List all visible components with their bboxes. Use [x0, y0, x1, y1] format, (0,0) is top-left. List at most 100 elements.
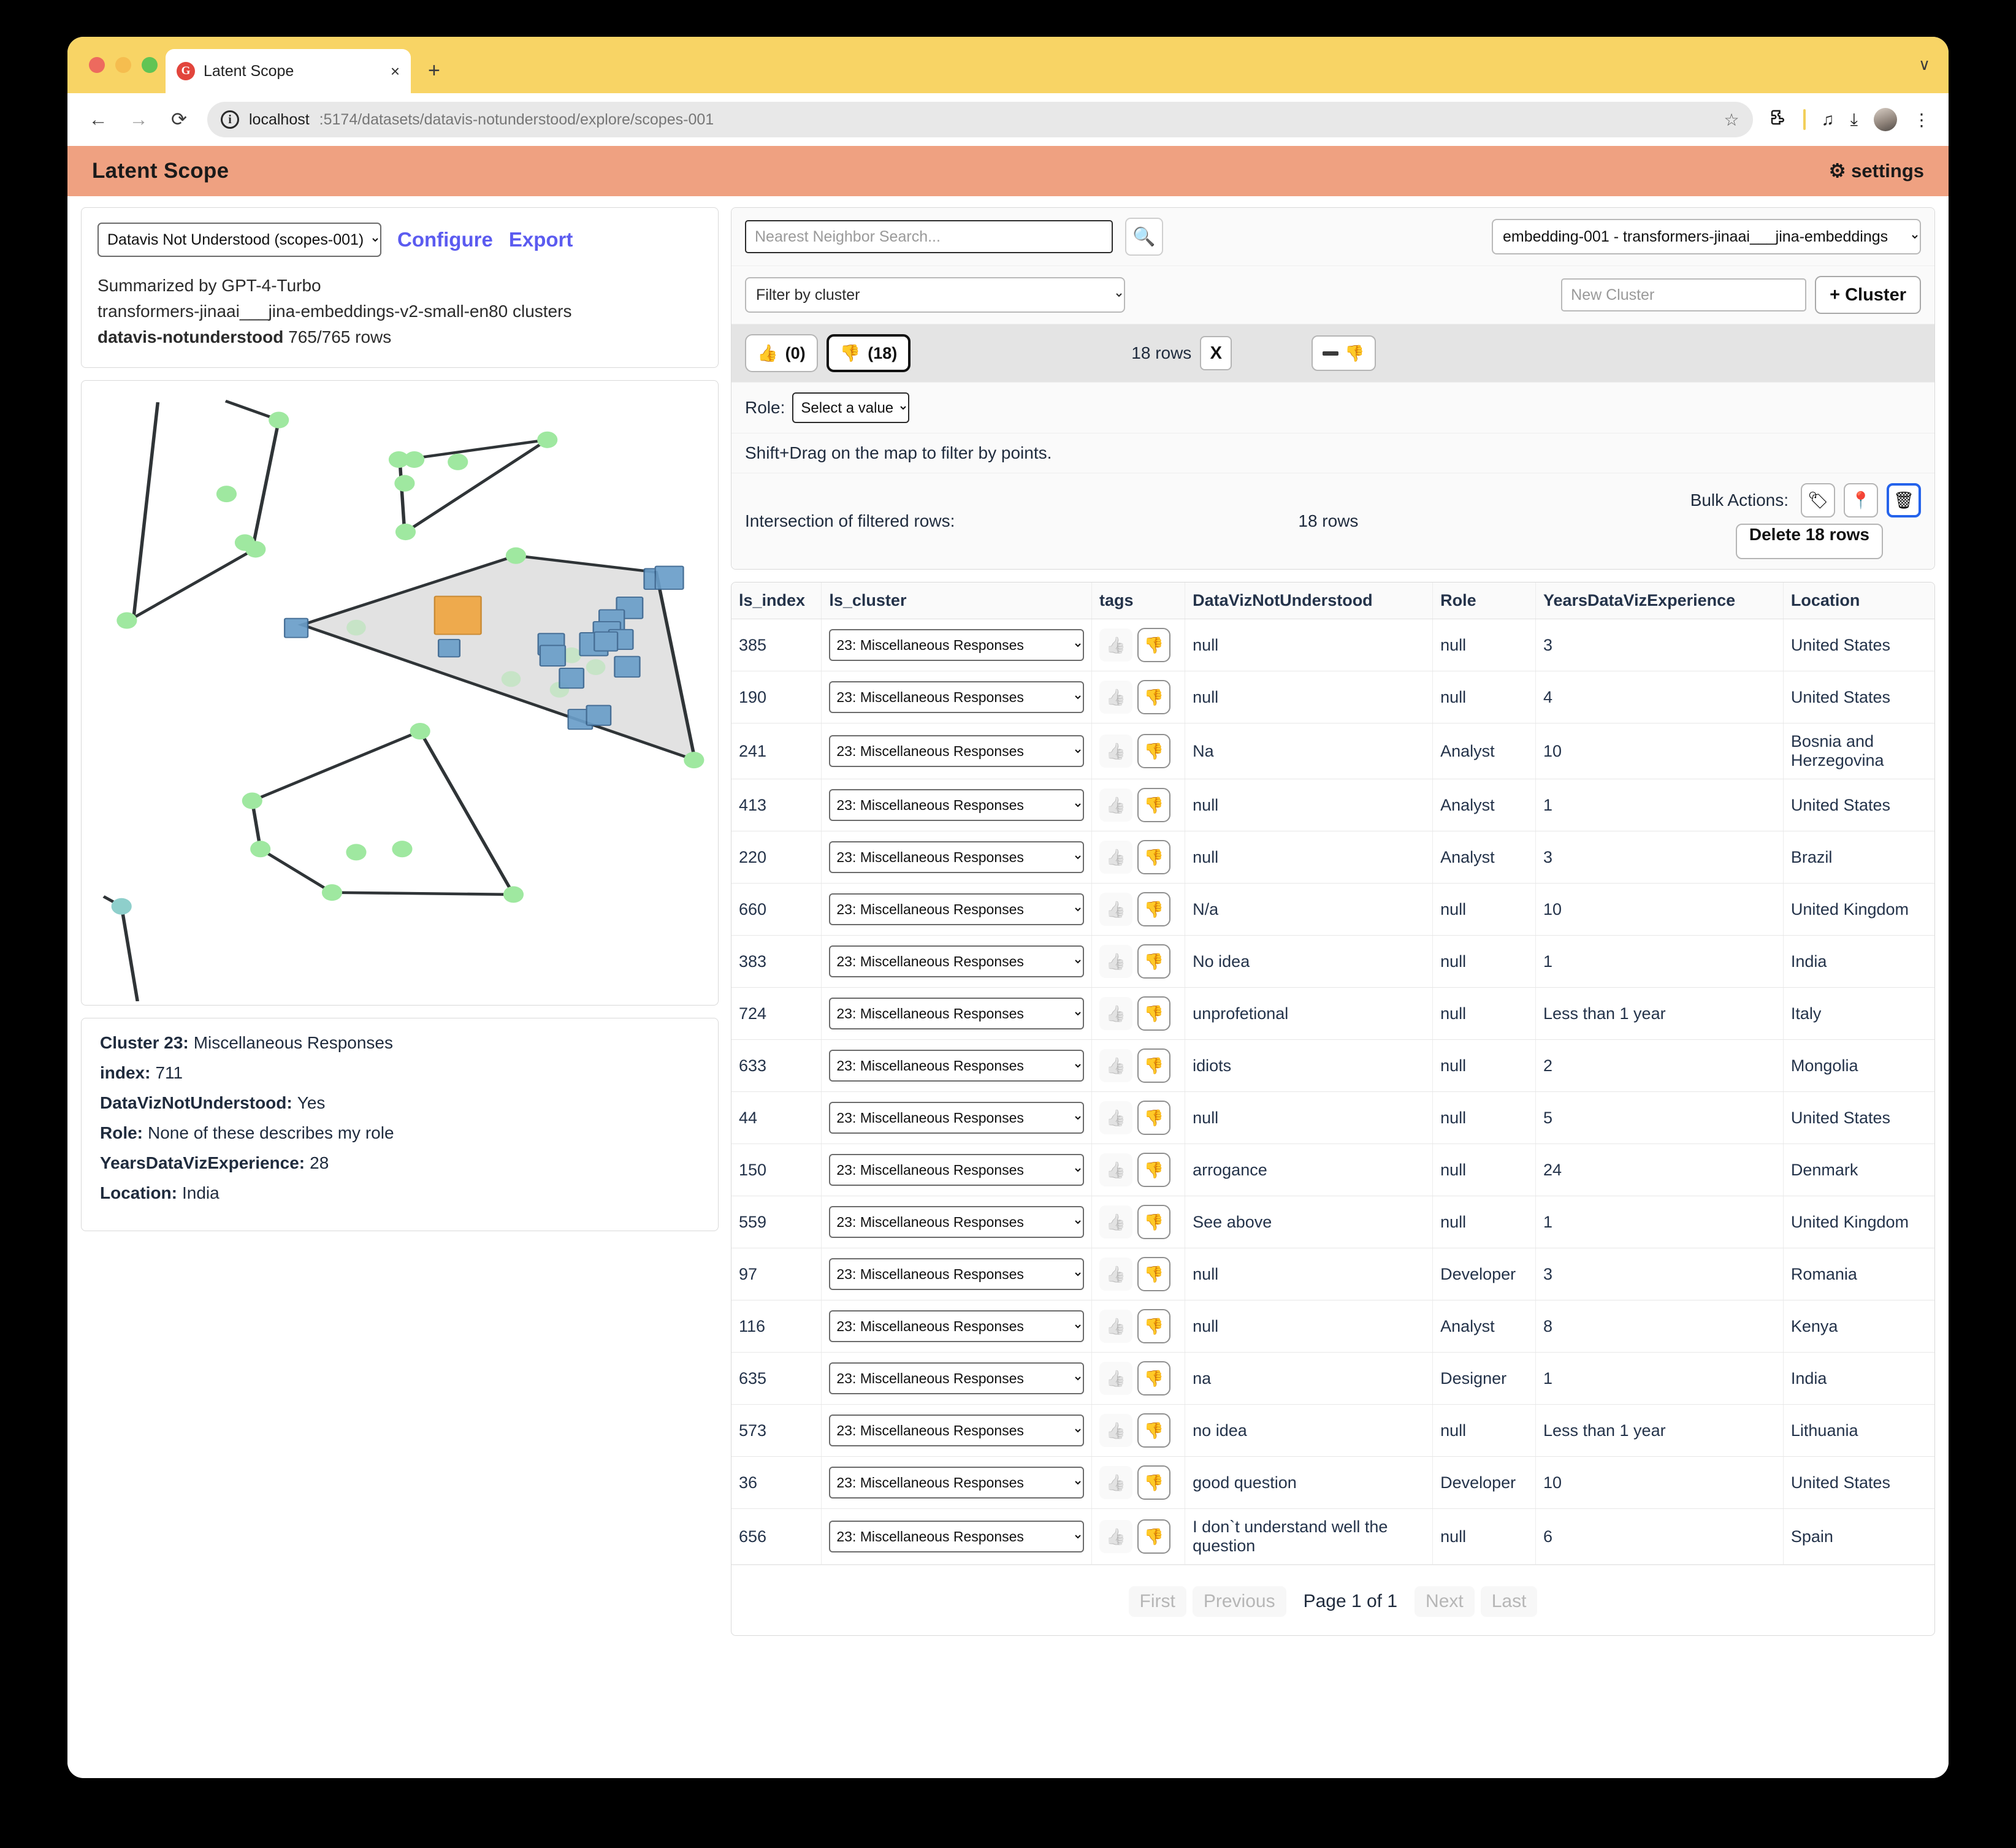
row-thumbs-down-button[interactable]: 👎: [1137, 788, 1171, 822]
nearest-neighbor-search-input[interactable]: [745, 220, 1113, 253]
row-cluster-select[interactable]: 23: Miscellaneous Responses: [829, 735, 1085, 767]
row-cluster-select[interactable]: 23: Miscellaneous Responses: [829, 1415, 1085, 1446]
thumbs-up-filter-button[interactable]: 👍 (0): [745, 334, 818, 372]
row-cluster-select[interactable]: 23: Miscellaneous Responses: [829, 1362, 1085, 1394]
cell-dvnu: I don`t understand well the question: [1185, 1508, 1434, 1565]
back-icon[interactable]: ←: [86, 109, 110, 131]
row-thumbs-down-button[interactable]: 👎: [1137, 1361, 1171, 1396]
embedding-select[interactable]: embedding-001 - transformers-jinaai___ji…: [1492, 219, 1921, 254]
add-cluster-button[interactable]: + Cluster: [1815, 276, 1921, 314]
browser-menu-icon[interactable]: ⋮: [1913, 110, 1930, 130]
extensions-icon[interactable]: [1769, 109, 1787, 131]
row-cluster-select[interactable]: 23: Miscellaneous Responses: [829, 789, 1085, 821]
cell-years: 1: [1535, 1196, 1784, 1248]
bookmark-star-icon[interactable]: ☆: [1724, 110, 1739, 130]
close-window-button[interactable]: [89, 57, 105, 73]
media-icon[interactable]: ♫: [1822, 110, 1835, 129]
row-thumbs-down-button[interactable]: 👎: [1137, 1101, 1171, 1135]
site-info-icon[interactable]: i: [221, 110, 239, 129]
row-thumbs-down-button[interactable]: 👎: [1137, 840, 1171, 874]
row-thumbs-up-button[interactable]: 👍: [1099, 1466, 1133, 1499]
row-thumbs-up-button[interactable]: 👍: [1099, 1205, 1133, 1239]
row-thumbs-down-button[interactable]: 👎: [1137, 680, 1171, 714]
downloads-icon[interactable]: ⤓: [1850, 110, 1858, 130]
row-thumbs-down-button[interactable]: 👎: [1137, 892, 1171, 926]
row-thumbs-down-button[interactable]: 👎: [1137, 1413, 1171, 1448]
row-thumbs-up-button[interactable]: 👍: [1099, 1101, 1133, 1134]
row-thumbs-down-button[interactable]: 👎: [1137, 1309, 1171, 1343]
minimize-window-button[interactable]: [115, 57, 131, 73]
row-thumbs-down-button[interactable]: 👎: [1137, 1257, 1171, 1291]
row-cluster-select[interactable]: 23: Miscellaneous Responses: [829, 841, 1085, 873]
configure-link[interactable]: Configure: [397, 228, 493, 251]
row-thumbs-down-button[interactable]: 👎: [1137, 1048, 1171, 1083]
row-thumbs-up-button[interactable]: 👍: [1099, 1049, 1133, 1082]
row-thumbs-down-button[interactable]: 👎: [1137, 996, 1171, 1031]
row-cluster-select[interactable]: 23: Miscellaneous Responses: [829, 1154, 1085, 1186]
row-thumbs-down-button[interactable]: 👎: [1137, 1205, 1171, 1239]
cell-location: United Kingdom: [1783, 1196, 1934, 1248]
row-thumbs-down-button[interactable]: 👎: [1137, 1153, 1171, 1187]
row-thumbs-down-button[interactable]: 👎: [1137, 1519, 1171, 1554]
row-cluster-select[interactable]: 23: Miscellaneous Responses: [829, 1467, 1085, 1499]
row-thumbs-up-button[interactable]: 👍: [1099, 1520, 1133, 1553]
row-thumbs-up-button[interactable]: 👍: [1099, 841, 1133, 874]
row-thumbs-up-button[interactable]: 👍: [1099, 1414, 1133, 1447]
delete-rows-button[interactable]: Delete 18 rows: [1735, 524, 1883, 559]
avatar[interactable]: [1874, 108, 1897, 131]
cluster-filter-select[interactable]: Filter by cluster: [745, 277, 1125, 313]
previous-page-button[interactable]: Previous: [1192, 1586, 1286, 1617]
row-thumbs-up-button[interactable]: 👍: [1099, 1258, 1133, 1291]
close-icon[interactable]: ×: [391, 62, 400, 81]
last-page-button[interactable]: Last: [1480, 1586, 1538, 1617]
row-cluster-select[interactable]: 23: Miscellaneous Responses: [829, 1521, 1085, 1552]
row-cluster-select[interactable]: 23: Miscellaneous Responses: [829, 893, 1085, 925]
row-thumbs-down-button[interactable]: 👎: [1137, 628, 1171, 662]
row-cluster-select[interactable]: 23: Miscellaneous Responses: [829, 1050, 1085, 1082]
row-thumbs-down-button[interactable]: 👎: [1137, 734, 1171, 768]
row-thumbs-up-button[interactable]: 👍: [1099, 893, 1133, 926]
export-link[interactable]: Export: [509, 228, 573, 251]
next-page-button[interactable]: Next: [1415, 1586, 1475, 1617]
bulk-delete-button[interactable]: 🗑: [1887, 483, 1921, 517]
bulk-tag-button[interactable]: 🏷: [1801, 483, 1835, 517]
bulk-pin-button[interactable]: 📍: [1844, 483, 1878, 517]
clear-tag-filter-button[interactable]: X: [1200, 336, 1232, 370]
row-thumbs-up-button[interactable]: 👍: [1099, 945, 1133, 978]
row-cluster-select[interactable]: 23: Miscellaneous Responses: [829, 1102, 1085, 1134]
map-svg[interactable]: [85, 384, 714, 1001]
address-bar[interactable]: i localhost:5174/datasets/datavis-notund…: [207, 102, 1753, 137]
reload-icon[interactable]: ⟳: [167, 109, 191, 131]
row-cluster-select[interactable]: 23: Miscellaneous Responses: [829, 1206, 1085, 1238]
maximize-window-button[interactable]: [142, 57, 158, 73]
role-filter-select[interactable]: Select a value: [792, 392, 910, 423]
row-thumbs-down-button[interactable]: 👎: [1137, 944, 1171, 979]
forward-icon[interactable]: →: [126, 109, 151, 131]
search-icon[interactable]: 🔍: [1125, 218, 1163, 256]
row-thumbs-up-button[interactable]: 👍: [1099, 997, 1133, 1030]
scope-select[interactable]: Datavis Not Understood (scopes-001): [97, 223, 381, 257]
remove-thumbs-down-button[interactable]: 👎: [1312, 335, 1376, 371]
row-thumbs-down-button[interactable]: 👎: [1137, 1465, 1171, 1500]
row-cluster-select[interactable]: 23: Miscellaneous Responses: [829, 1258, 1085, 1290]
row-thumbs-up-button[interactable]: 👍: [1099, 628, 1133, 662]
new-cluster-input[interactable]: [1561, 278, 1807, 311]
row-thumbs-up-button[interactable]: 👍: [1099, 1310, 1133, 1343]
first-page-button[interactable]: First: [1128, 1586, 1186, 1617]
chevron-down-icon[interactable]: ∨: [1919, 55, 1930, 74]
row-cluster-select[interactable]: 23: Miscellaneous Responses: [829, 681, 1085, 713]
row-cluster-select[interactable]: 23: Miscellaneous Responses: [829, 945, 1085, 977]
browser-tab[interactable]: G Latent Scope ×: [166, 49, 411, 93]
new-tab-button[interactable]: +: [428, 60, 440, 81]
row-cluster-select[interactable]: 23: Miscellaneous Responses: [829, 629, 1085, 661]
scatterplot-map[interactable]: [81, 380, 719, 1006]
row-thumbs-up-button[interactable]: 👍: [1099, 1153, 1133, 1186]
row-cluster-select[interactable]: 23: Miscellaneous Responses: [829, 1310, 1085, 1342]
settings-link[interactable]: ⚙ settings: [1829, 160, 1924, 182]
row-thumbs-up-button[interactable]: 👍: [1099, 681, 1133, 714]
row-thumbs-up-button[interactable]: 👍: [1099, 788, 1133, 822]
row-cluster-select[interactable]: 23: Miscellaneous Responses: [829, 998, 1085, 1029]
thumbs-down-filter-button[interactable]: 👎 (18): [826, 334, 911, 372]
row-thumbs-up-button[interactable]: 👍: [1099, 735, 1133, 768]
row-thumbs-up-button[interactable]: 👍: [1099, 1362, 1133, 1395]
